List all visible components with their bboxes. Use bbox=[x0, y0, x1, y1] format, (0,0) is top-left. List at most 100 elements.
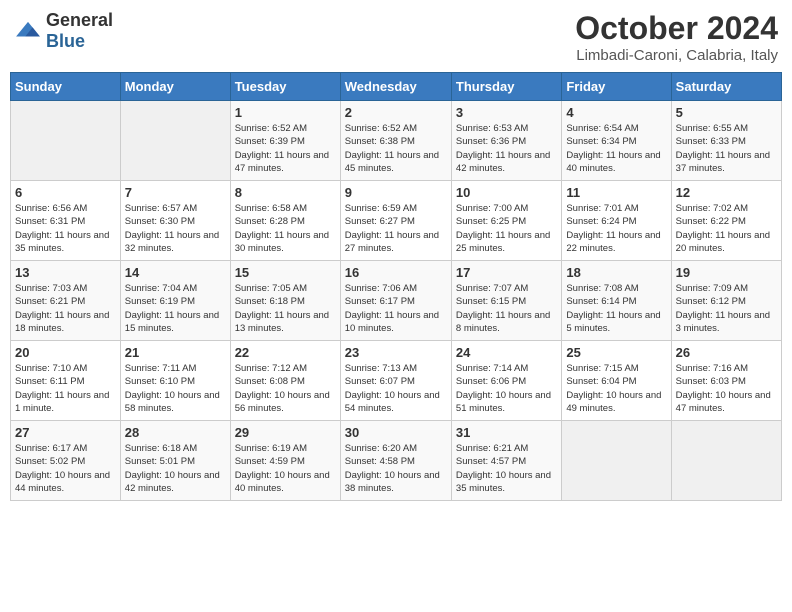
calendar-cell bbox=[120, 101, 230, 181]
day-details: Sunrise: 7:13 AM Sunset: 6:07 PM Dayligh… bbox=[345, 362, 447, 415]
logo-blue: Blue bbox=[46, 31, 85, 51]
day-number: 29 bbox=[235, 425, 336, 440]
day-details: Sunrise: 6:55 AM Sunset: 6:33 PM Dayligh… bbox=[676, 122, 777, 175]
day-details: Sunrise: 6:18 AM Sunset: 5:01 PM Dayligh… bbox=[125, 442, 226, 495]
calendar-cell: 8 Sunrise: 6:58 AM Sunset: 6:28 PM Daylig… bbox=[230, 181, 340, 261]
day-number: 1 bbox=[235, 105, 336, 120]
weekday-header-monday: Monday bbox=[120, 73, 230, 101]
day-number: 23 bbox=[345, 345, 447, 360]
day-number: 16 bbox=[345, 265, 447, 280]
day-details: Sunrise: 6:59 AM Sunset: 6:27 PM Dayligh… bbox=[345, 202, 447, 255]
day-details: Sunrise: 6:52 AM Sunset: 6:38 PM Dayligh… bbox=[345, 122, 447, 175]
calendar-cell: 9 Sunrise: 6:59 AM Sunset: 6:27 PM Daylig… bbox=[340, 181, 451, 261]
weekday-header-wednesday: Wednesday bbox=[340, 73, 451, 101]
calendar-cell: 18 Sunrise: 7:08 AM Sunset: 6:14 PM Dayli… bbox=[562, 261, 671, 341]
calendar-cell: 5 Sunrise: 6:55 AM Sunset: 6:33 PM Daylig… bbox=[671, 101, 781, 181]
calendar-cell: 7 Sunrise: 6:57 AM Sunset: 6:30 PM Daylig… bbox=[120, 181, 230, 261]
day-number: 15 bbox=[235, 265, 336, 280]
day-details: Sunrise: 7:09 AM Sunset: 6:12 PM Dayligh… bbox=[676, 282, 777, 335]
day-details: Sunrise: 7:03 AM Sunset: 6:21 PM Dayligh… bbox=[15, 282, 116, 335]
calendar-cell: 16 Sunrise: 7:06 AM Sunset: 6:17 PM Dayli… bbox=[340, 261, 451, 341]
day-number: 20 bbox=[15, 345, 116, 360]
calendar-cell: 14 Sunrise: 7:04 AM Sunset: 6:19 PM Dayli… bbox=[120, 261, 230, 341]
calendar-cell bbox=[11, 101, 121, 181]
day-details: Sunrise: 6:20 AM Sunset: 4:58 PM Dayligh… bbox=[345, 442, 447, 495]
day-details: Sunrise: 6:17 AM Sunset: 5:02 PM Dayligh… bbox=[15, 442, 116, 495]
day-details: Sunrise: 6:57 AM Sunset: 6:30 PM Dayligh… bbox=[125, 202, 226, 255]
day-number: 13 bbox=[15, 265, 116, 280]
day-number: 22 bbox=[235, 345, 336, 360]
day-number: 19 bbox=[676, 265, 777, 280]
day-details: Sunrise: 7:16 AM Sunset: 6:03 PM Dayligh… bbox=[676, 362, 777, 415]
day-details: Sunrise: 7:11 AM Sunset: 6:10 PM Dayligh… bbox=[125, 362, 226, 415]
day-details: Sunrise: 7:01 AM Sunset: 6:24 PM Dayligh… bbox=[566, 202, 666, 255]
calendar-table: SundayMondayTuesdayWednesdayThursdayFrid… bbox=[10, 72, 782, 501]
calendar-cell: 23 Sunrise: 7:13 AM Sunset: 6:07 PM Dayli… bbox=[340, 341, 451, 421]
day-details: Sunrise: 7:04 AM Sunset: 6:19 PM Dayligh… bbox=[125, 282, 226, 335]
day-details: Sunrise: 7:06 AM Sunset: 6:17 PM Dayligh… bbox=[345, 282, 447, 335]
day-number: 31 bbox=[456, 425, 557, 440]
day-number: 8 bbox=[235, 185, 336, 200]
calendar-cell: 31 Sunrise: 6:21 AM Sunset: 4:57 PM Dayli… bbox=[451, 421, 561, 501]
calendar-cell: 30 Sunrise: 6:20 AM Sunset: 4:58 PM Dayli… bbox=[340, 421, 451, 501]
calendar-cell: 22 Sunrise: 7:12 AM Sunset: 6:08 PM Dayli… bbox=[230, 341, 340, 421]
calendar-cell: 27 Sunrise: 6:17 AM Sunset: 5:02 PM Dayli… bbox=[11, 421, 121, 501]
day-number: 24 bbox=[456, 345, 557, 360]
calendar-cell: 19 Sunrise: 7:09 AM Sunset: 6:12 PM Dayli… bbox=[671, 261, 781, 341]
day-details: Sunrise: 7:08 AM Sunset: 6:14 PM Dayligh… bbox=[566, 282, 666, 335]
day-number: 5 bbox=[676, 105, 777, 120]
logo-icon bbox=[14, 20, 42, 42]
day-number: 6 bbox=[15, 185, 116, 200]
day-number: 26 bbox=[676, 345, 777, 360]
calendar-cell: 1 Sunrise: 6:52 AM Sunset: 6:39 PM Daylig… bbox=[230, 101, 340, 181]
month-title: October 2024 bbox=[575, 10, 778, 47]
weekday-header-thursday: Thursday bbox=[451, 73, 561, 101]
day-number: 21 bbox=[125, 345, 226, 360]
day-number: 30 bbox=[345, 425, 447, 440]
day-number: 12 bbox=[676, 185, 777, 200]
day-number: 18 bbox=[566, 265, 666, 280]
day-number: 28 bbox=[125, 425, 226, 440]
day-number: 17 bbox=[456, 265, 557, 280]
day-number: 7 bbox=[125, 185, 226, 200]
calendar-cell: 29Sunrise: 6:19 AM Sunset: 4:59 PM Dayli… bbox=[230, 421, 340, 501]
day-details: Sunrise: 7:07 AM Sunset: 6:15 PM Dayligh… bbox=[456, 282, 557, 335]
day-details: Sunrise: 7:15 AM Sunset: 6:04 PM Dayligh… bbox=[566, 362, 666, 415]
day-details: Sunrise: 6:54 AM Sunset: 6:34 PM Dayligh… bbox=[566, 122, 666, 175]
page-header: General Blue October 2024 Limbadi-Caroni… bbox=[10, 10, 782, 64]
calendar-cell: 6 Sunrise: 6:56 AM Sunset: 6:31 PM Daylig… bbox=[11, 181, 121, 261]
calendar-cell: 17 Sunrise: 7:07 AM Sunset: 6:15 PM Dayli… bbox=[451, 261, 561, 341]
day-details: Sunrise: 6:58 AM Sunset: 6:28 PM Dayligh… bbox=[235, 202, 336, 255]
day-number: 9 bbox=[345, 185, 447, 200]
day-number: 2 bbox=[345, 105, 447, 120]
day-number: 3 bbox=[456, 105, 557, 120]
calendar-cell: 12 Sunrise: 7:02 AM Sunset: 6:22 PM Dayli… bbox=[671, 181, 781, 261]
logo: General Blue bbox=[14, 10, 113, 52]
calendar-cell: 3 Sunrise: 6:53 AM Sunset: 6:36 PM Daylig… bbox=[451, 101, 561, 181]
calendar-cell: 2 Sunrise: 6:52 AM Sunset: 6:38 PM Daylig… bbox=[340, 101, 451, 181]
day-details: Sunrise: 6:56 AM Sunset: 6:31 PM Dayligh… bbox=[15, 202, 116, 255]
calendar-cell: 28 Sunrise: 6:18 AM Sunset: 5:01 PM Dayli… bbox=[120, 421, 230, 501]
day-details: Sunrise: 7:10 AM Sunset: 6:11 PM Dayligh… bbox=[15, 362, 116, 415]
calendar-cell: 4 Sunrise: 6:54 AM Sunset: 6:34 PM Daylig… bbox=[562, 101, 671, 181]
day-details: Sunrise: 7:02 AM Sunset: 6:22 PM Dayligh… bbox=[676, 202, 777, 255]
day-number: 4 bbox=[566, 105, 666, 120]
day-details: Sunrise: 7:12 AM Sunset: 6:08 PM Dayligh… bbox=[235, 362, 336, 415]
day-details: Sunrise: 6:21 AM Sunset: 4:57 PM Dayligh… bbox=[456, 442, 557, 495]
day-number: 25 bbox=[566, 345, 666, 360]
calendar-cell: 26 Sunrise: 7:16 AM Sunset: 6:03 PM Dayli… bbox=[671, 341, 781, 421]
calendar-cell: 15Sunrise: 7:05 AM Sunset: 6:18 PM Dayli… bbox=[230, 261, 340, 341]
day-details: Sunrise: 6:53 AM Sunset: 6:36 PM Dayligh… bbox=[456, 122, 557, 175]
weekday-header-tuesday: Tuesday bbox=[230, 73, 340, 101]
day-details: Sunrise: 7:00 AM Sunset: 6:25 PM Dayligh… bbox=[456, 202, 557, 255]
location-title: Limbadi-Caroni, Calabria, Italy bbox=[575, 47, 778, 64]
day-number: 10 bbox=[456, 185, 557, 200]
day-number: 11 bbox=[566, 185, 666, 200]
day-number: 27 bbox=[15, 425, 116, 440]
day-number: 14 bbox=[125, 265, 226, 280]
calendar-cell: 13 Sunrise: 7:03 AM Sunset: 6:21 PM Dayli… bbox=[11, 261, 121, 341]
day-details: Sunrise: 7:14 AM Sunset: 6:06 PM Dayligh… bbox=[456, 362, 557, 415]
calendar-cell: 25 Sunrise: 7:15 AM Sunset: 6:04 PM Dayli… bbox=[562, 341, 671, 421]
day-details: Sunrise: 6:52 AM Sunset: 6:39 PM Dayligh… bbox=[235, 122, 336, 175]
calendar-cell: 24 Sunrise: 7:14 AM Sunset: 6:06 PM Dayli… bbox=[451, 341, 561, 421]
